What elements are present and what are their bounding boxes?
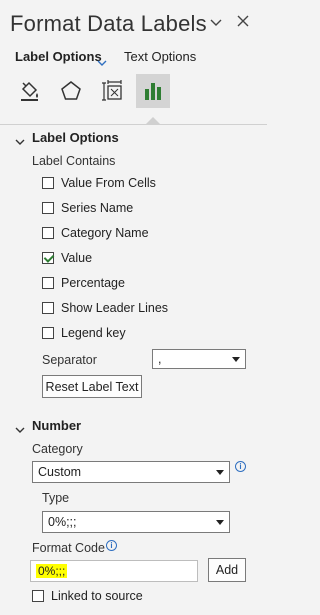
pane-title: Format Data Labels (10, 11, 207, 36)
chevron-down-icon (216, 520, 224, 525)
type-dropdown[interactable]: 0%;;; (42, 511, 230, 533)
paint-bucket-icon[interactable] (12, 74, 46, 108)
chevron-down-icon (232, 357, 240, 362)
checkbox-value[interactable]: Value (42, 250, 92, 266)
label-options-header[interactable]: Label Options (32, 130, 119, 145)
checkbox-label: Percentage (61, 276, 125, 290)
checkbox-label: Legend key (61, 326, 126, 340)
label-contains-label: Label Contains (32, 154, 116, 168)
type-label: Type (42, 491, 70, 505)
checkbox-box[interactable] (32, 590, 44, 602)
close-icon[interactable] (236, 14, 250, 28)
checkbox-label: Category Name (61, 226, 149, 240)
checkbox-box[interactable] (42, 227, 54, 239)
checkbox-legend-key[interactable]: Legend key (42, 325, 126, 341)
number-header[interactable]: Number (32, 418, 81, 433)
format-code-value: 0%;;; (36, 564, 68, 578)
info-icon[interactable]: i (235, 461, 246, 472)
chevron-down-icon[interactable] (97, 53, 107, 71)
separator-value: , (158, 352, 162, 366)
checkbox-label: Value (61, 251, 93, 265)
pane-options-chevron-icon[interactable] (210, 18, 222, 28)
reset-label-text-button[interactable]: Reset Label Text (42, 375, 142, 398)
selected-tab-pointer (146, 117, 160, 124)
info-icon[interactable]: i (106, 540, 117, 551)
tab-text-options[interactable]: Text Options (124, 48, 196, 66)
checkbox-box[interactable] (42, 277, 54, 289)
pentagon-icon[interactable] (54, 74, 88, 108)
tab-label-options[interactable]: Label Options (15, 48, 102, 66)
options-tabs: Label Options Text Options (0, 48, 267, 68)
checkbox-label: Show Leader Lines (61, 301, 169, 315)
checkbox-series-name[interactable]: Series Name (42, 200, 133, 216)
format-code-label: Format Code (32, 541, 105, 555)
type-value: 0%;;; (48, 515, 77, 529)
checkbox-category-name[interactable]: Category Name (42, 225, 149, 241)
checkbox-linked-to-source[interactable]: Linked to source (32, 588, 143, 604)
checkbox-box-checked[interactable] (42, 252, 54, 264)
category-label: Category (32, 442, 83, 456)
separator-label: Separator (42, 353, 97, 367)
checkbox-box[interactable] (42, 177, 54, 189)
checkbox-box[interactable] (42, 302, 54, 314)
checkbox-show-leader-lines[interactable]: Show Leader Lines (42, 300, 168, 316)
checkbox-label: Series Name (61, 201, 134, 215)
format-code-input[interactable]: 0%;;; (30, 560, 198, 582)
separator-dropdown[interactable]: , (152, 349, 246, 369)
number-collapse-icon[interactable] (15, 420, 25, 438)
bar-chart-icon[interactable] (136, 74, 170, 108)
checkbox-value-from-cells[interactable]: Value From Cells (42, 175, 156, 191)
chevron-down-icon (216, 470, 224, 475)
checkbox-box[interactable] (42, 327, 54, 339)
checkbox-label: Linked to source (51, 589, 143, 603)
section-divider (0, 124, 267, 125)
checkbox-label: Value From Cells (61, 176, 156, 190)
label-options-collapse-icon[interactable] (15, 132, 25, 150)
category-dropdown[interactable]: Custom (32, 461, 230, 483)
category-value: Custom (38, 465, 82, 479)
checkbox-percentage[interactable]: Percentage (42, 275, 125, 291)
checkbox-box[interactable] (42, 202, 54, 214)
add-button[interactable]: Add (208, 558, 246, 582)
size-properties-icon[interactable] (96, 74, 130, 108)
